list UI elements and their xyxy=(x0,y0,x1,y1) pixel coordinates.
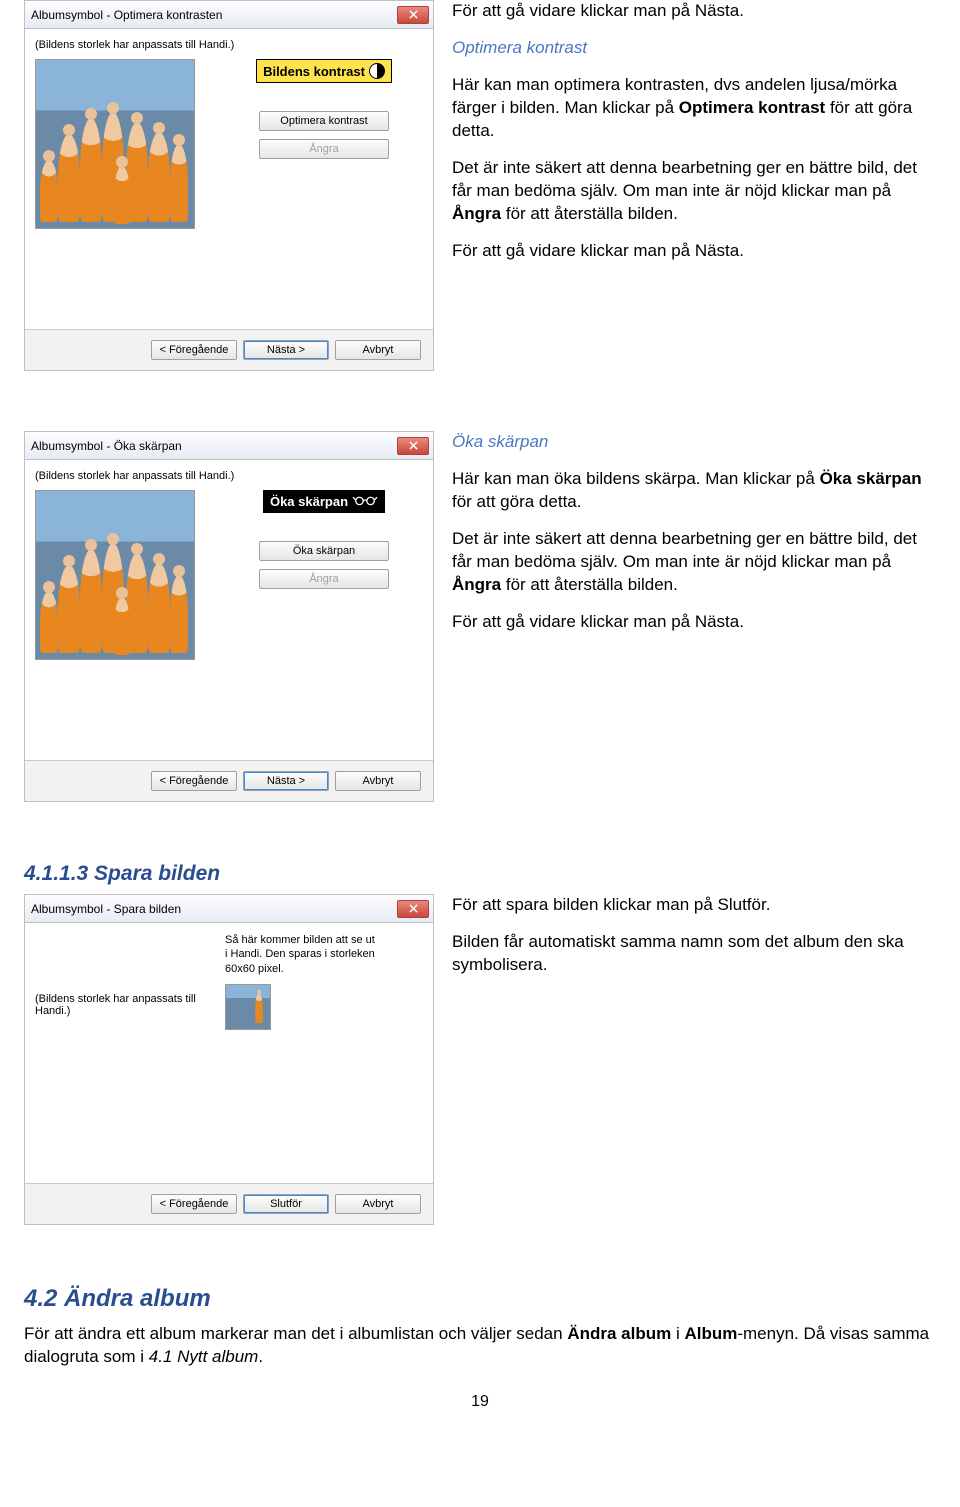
callout-label: Öka skärpan xyxy=(270,494,348,509)
hint-text: (Bildens storlek har anpassats till Hand… xyxy=(35,470,423,482)
glasses-icon xyxy=(352,494,378,509)
close-icon xyxy=(409,904,418,913)
dialog-title: Albumsymbol - Spara bilden xyxy=(31,902,397,916)
undo-button[interactable]: Ångra xyxy=(259,139,389,159)
text-block-sharpen: Öka skärpan Här kan man öka bildens skär… xyxy=(452,431,936,648)
text-block-save: För att spara bilden klickar man på Slut… xyxy=(452,894,936,991)
close-button[interactable] xyxy=(397,900,429,918)
preview-description: Så här kommer bilden att se ut i Handi. … xyxy=(225,933,375,976)
text-block-contrast: För att gå vidare klickar man på Nästa. … xyxy=(452,0,936,276)
paragraph: För att gå vidare klickar man på Nästa. xyxy=(452,611,936,634)
close-button[interactable] xyxy=(397,6,429,24)
cancel-button[interactable]: Avbryt xyxy=(335,340,421,360)
titlebar: Albumsymbol - Spara bilden xyxy=(25,895,433,923)
dialog-increase-sharpness: Albumsymbol - Öka skärpan (Bildens storl… xyxy=(24,431,434,802)
close-icon xyxy=(409,10,418,19)
hint-text: (Bildens storlek har anpassats till Hand… xyxy=(35,39,423,51)
undo-button[interactable]: Ångra xyxy=(259,569,389,589)
close-icon xyxy=(409,441,418,450)
next-button[interactable]: Nästa > xyxy=(243,771,329,791)
preview-thumbnail xyxy=(225,984,271,1030)
paragraph: Det är inte säkert att denna bearbetning… xyxy=(452,157,936,226)
paragraph: Här kan man optimera kontrasten, dvs and… xyxy=(452,74,936,143)
paragraph: För att spara bilden klickar man på Slut… xyxy=(452,894,936,917)
callout-label: Bildens kontrast xyxy=(263,64,365,79)
cancel-button[interactable]: Avbryt xyxy=(335,1194,421,1214)
previous-button[interactable]: < Föregående xyxy=(151,1194,237,1214)
subheading: Optimera kontrast xyxy=(452,37,936,60)
increase-sharpness-button[interactable]: Öka skärpan xyxy=(259,541,389,561)
section-heading: 4.1.1.3 Spara bilden xyxy=(24,862,936,886)
callout-contrast: Bildens kontrast xyxy=(256,59,392,83)
dialog-title: Albumsymbol - Optimera kontrasten xyxy=(31,8,397,22)
dialog-title: Albumsymbol - Öka skärpan xyxy=(31,439,397,453)
paragraph: För att gå vidare klickar man på Nästa. xyxy=(452,240,936,263)
subheading: Öka skärpan xyxy=(452,431,936,454)
previous-button[interactable]: < Föregående xyxy=(151,340,237,360)
titlebar: Albumsymbol - Öka skärpan xyxy=(25,432,433,460)
callout-sharpen: Öka skärpan xyxy=(263,490,385,513)
paragraph: Det är inte säkert att denna bearbetning… xyxy=(452,528,936,597)
paragraph: Bilden får automatiskt samma namn som de… xyxy=(452,931,936,977)
preview-image xyxy=(35,490,195,660)
close-button[interactable] xyxy=(397,437,429,455)
cancel-button[interactable]: Avbryt xyxy=(335,771,421,791)
paragraph: För att ändra ett album markerar man det… xyxy=(24,1323,936,1369)
hint-text: (Bildens storlek har anpassats till Hand… xyxy=(35,993,215,1017)
dialog-save-image: Albumsymbol - Spara bilden (Bildens stor… xyxy=(24,894,434,1225)
paragraph: Här kan man öka bildens skärpa. Man klic… xyxy=(452,468,936,514)
contrast-icon xyxy=(369,63,385,79)
h2-heading: 4.2 Ändra album xyxy=(24,1285,936,1313)
dialog-optimize-contrast: Albumsymbol - Optimera kontrasten (Bilde… xyxy=(24,0,434,371)
titlebar: Albumsymbol - Optimera kontrasten xyxy=(25,1,433,29)
previous-button[interactable]: < Föregående xyxy=(151,771,237,791)
finish-button[interactable]: Slutför xyxy=(243,1194,329,1214)
paragraph: För att gå vidare klickar man på Nästa. xyxy=(452,0,936,23)
next-button[interactable]: Nästa > xyxy=(243,340,329,360)
optimize-contrast-button[interactable]: Optimera kontrast xyxy=(259,111,389,131)
page-number: 19 xyxy=(24,1393,936,1411)
preview-image xyxy=(35,59,195,229)
